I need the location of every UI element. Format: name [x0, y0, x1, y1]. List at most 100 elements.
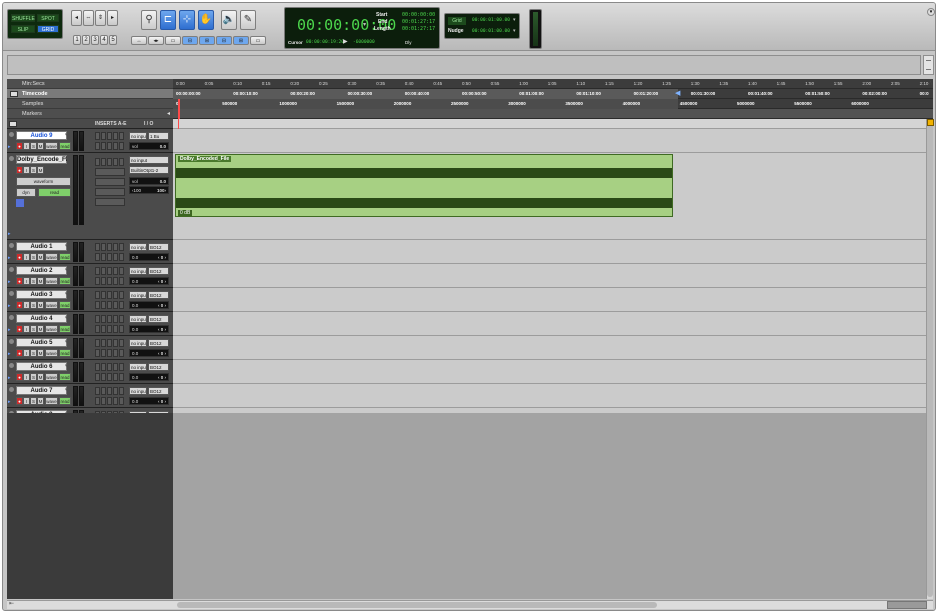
universe-overview[interactable] — [7, 55, 921, 75]
edit-lanes[interactable]: Dolby_Encoded_File 0 dB — [173, 119, 933, 432]
track-r-button[interactable]: ● — [16, 142, 23, 150]
insert-slot[interactable] — [101, 373, 106, 381]
track-resize-icon[interactable]: ▸ — [8, 144, 11, 150]
track-i-button[interactable]: I — [23, 253, 30, 261]
ruler-label-markers[interactable]: Markers — [7, 109, 173, 119]
insert-slot[interactable] — [113, 397, 118, 405]
insert-slot[interactable] — [95, 339, 100, 347]
automation-mode[interactable]: read — [59, 373, 71, 381]
insert-slot[interactable] — [95, 253, 100, 261]
pan-value[interactable]: ‹ 0 › — [158, 302, 166, 309]
insert-slot[interactable] — [113, 387, 118, 395]
keyboard-focus-button[interactable]: ▭ — [250, 36, 266, 45]
track-lane[interactable] — [173, 129, 933, 153]
scrubber-tool[interactable]: 🔈 — [221, 10, 237, 30]
track-r-button[interactable]: ● — [16, 349, 23, 357]
output-selector[interactable]: BO12 — [148, 339, 169, 347]
output-selector[interactable]: BO12 — [148, 363, 169, 371]
insert-slot[interactable] — [107, 363, 112, 371]
automation-mode[interactable]: read — [38, 188, 71, 197]
track-menu-icon[interactable]: ▾ — [65, 291, 68, 297]
insert-slot[interactable] — [107, 349, 112, 357]
track-i-button[interactable]: I — [23, 142, 30, 150]
volume[interactable]: vol 0.0 — [129, 177, 169, 185]
track-name[interactable]: Audio 3 — [16, 290, 67, 299]
automation-dyn[interactable]: dyn — [16, 188, 36, 197]
markers-ruler[interactable] — [173, 109, 933, 119]
track-header[interactable]: Audio 7 ▾ ● I S Mwave read no input BO12 0.0 ‹ 0 ›… — [7, 384, 173, 408]
insert-slot[interactable] — [107, 132, 112, 140]
insert-slot[interactable] — [119, 325, 124, 333]
insert-slot[interactable] — [95, 291, 100, 299]
track-r-button[interactable]: ● — [16, 253, 23, 261]
track-name[interactable]: Audio 6 — [16, 362, 67, 371]
insert-slot[interactable] — [107, 158, 112, 166]
track-select-icon[interactable] — [9, 339, 14, 344]
track-resize-icon[interactable]: ▸ — [8, 231, 11, 237]
pan-value[interactable]: ‹ 0 › — [158, 374, 166, 381]
add-marker-icon[interactable]: ◂ — [167, 110, 170, 117]
track-s-button[interactable]: S — [30, 301, 37, 309]
insert-slot[interactable] — [119, 363, 124, 371]
insert-slot[interactable] — [113, 277, 118, 285]
pan-value[interactable]: ‹ 0 › — [158, 398, 166, 405]
grid-value[interactable]: 00:00:01:00.00 — [472, 18, 510, 23]
track-r-button[interactable]: ● — [16, 397, 23, 405]
track-i-button[interactable]: I — [23, 166, 30, 174]
insert-slot[interactable] — [95, 178, 125, 186]
track-select-icon[interactable] — [9, 267, 14, 272]
track-resize-icon[interactable]: ▸ — [8, 255, 11, 261]
insert-slot[interactable] — [101, 277, 106, 285]
track-s-button[interactable]: S — [30, 166, 37, 174]
zoom-preset-3[interactable]: 3 — [91, 35, 99, 45]
insert-slot[interactable] — [119, 132, 124, 140]
track-r-button[interactable]: ● — [16, 373, 23, 381]
track-i-button[interactable]: I — [23, 349, 30, 357]
track-name[interactable]: Audio 4 — [16, 314, 67, 323]
view-selector[interactable]: waveform — [16, 177, 71, 186]
track-resize-icon[interactable]: ▸ — [8, 327, 11, 333]
insert-slot[interactable] — [119, 267, 124, 275]
slip-mode-button[interactable]: SLIP — [11, 25, 35, 33]
track-select-icon[interactable] — [9, 132, 14, 137]
input-selector[interactable]: no input — [129, 387, 147, 395]
insert-slot[interactable] — [113, 315, 118, 323]
insert-slot[interactable] — [107, 142, 112, 150]
insert-slot[interactable] — [101, 158, 106, 166]
pan-left[interactable]: ‹100 — [132, 188, 141, 193]
edit-empty-area[interactable] — [173, 413, 933, 599]
track-menu-icon[interactable]: ▾ — [65, 267, 68, 273]
insert-slot[interactable] — [95, 277, 100, 285]
insert-slot[interactable] — [95, 188, 125, 196]
insert-slot[interactable] — [113, 142, 118, 150]
timecode-ruler[interactable]: 00:00:00:00 00:00:10:00 00:00:20:00 00:00:3… — [173, 89, 933, 99]
volume[interactable]: 0.0 ‹ 0 › — [129, 373, 169, 381]
track-s-button[interactable]: S — [30, 373, 37, 381]
trim-tool[interactable]: ⊏ — [160, 10, 176, 30]
volume[interactable]: 0.0 ‹ 0 › — [129, 349, 169, 357]
track-lane[interactable] — [173, 360, 933, 384]
insert-slot[interactable] — [107, 267, 112, 275]
track-m-button[interactable]: M — [37, 142, 44, 150]
grid-menu-arrow-icon[interactable]: ▾ — [513, 17, 516, 23]
insert-slot[interactable] — [101, 291, 106, 299]
insert-slot[interactable] — [95, 168, 125, 176]
insert-slot[interactable] — [119, 158, 124, 166]
marker-lane[interactable] — [173, 119, 933, 129]
pan[interactable]: ‹100 100› — [129, 186, 169, 194]
pan-right[interactable]: 100› — [157, 187, 166, 194]
track-name[interactable]: Audio 9 — [16, 131, 67, 140]
track-r-button[interactable]: ● — [16, 166, 23, 174]
insert-slot[interactable] — [101, 267, 106, 275]
track-name[interactable]: Audio 2 — [16, 266, 67, 275]
input-selector[interactable]: no input — [129, 339, 147, 347]
automation-mode[interactable]: read — [59, 349, 71, 357]
spot-mode-button[interactable]: SPOT — [37, 14, 59, 22]
insert-slot[interactable] — [119, 277, 124, 285]
insert-slot[interactable] — [101, 243, 106, 251]
zoom-out-button[interactable]: ◂ — [71, 10, 82, 26]
samples-ruler[interactable]: 0500000100000015000002000000250000030000… — [173, 99, 933, 109]
track-m-button[interactable]: M — [37, 301, 44, 309]
nudge-value[interactable]: 00:00:01:00.00 — [472, 29, 510, 34]
shuffle-mode-button[interactable]: SHUFFLE — [11, 14, 35, 22]
